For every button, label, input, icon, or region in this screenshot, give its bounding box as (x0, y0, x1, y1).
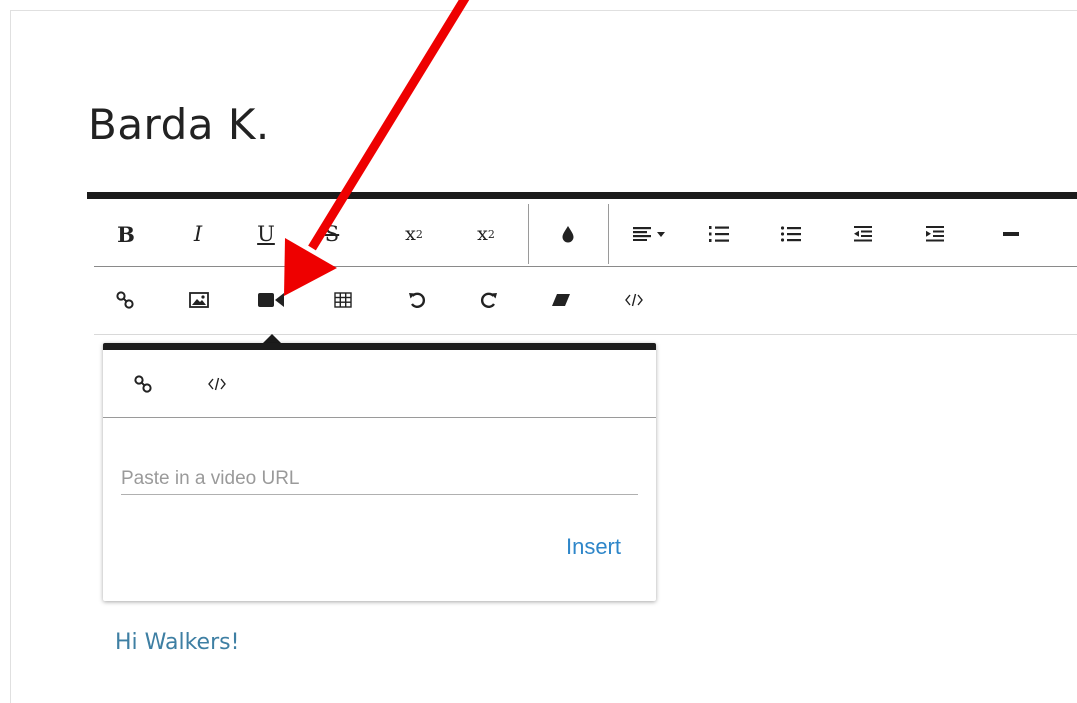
annotation-arrow (284, 0, 470, 296)
